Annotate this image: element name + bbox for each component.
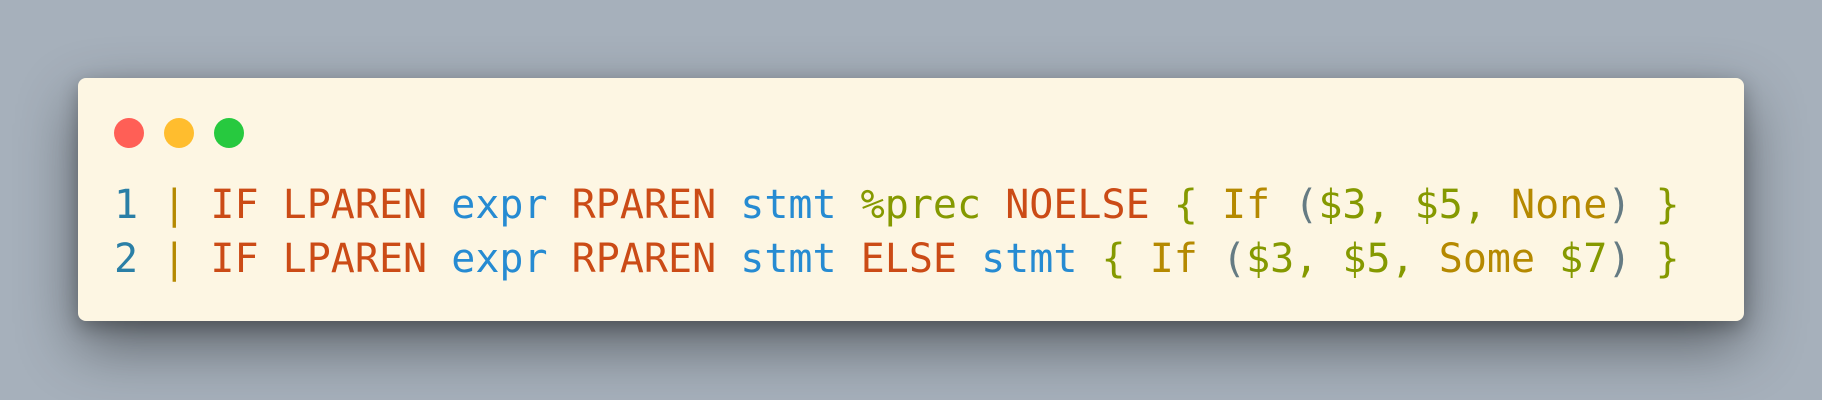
token-prec-directive: %prec — [860, 182, 982, 228]
token-expr: expr — [451, 182, 548, 228]
action-some: Some — [1438, 236, 1536, 282]
code-window: 1 | IF LPAREN expr RPAREN stmt %prec NOE… — [78, 78, 1744, 321]
maximize-dot-icon[interactable] — [214, 118, 244, 148]
action-arg: $5, — [1414, 182, 1487, 228]
token-lparen: LPAREN — [282, 182, 428, 228]
action-constructor: If — [1149, 236, 1198, 282]
token-stmt: stmt — [981, 236, 1078, 282]
action-open-brace: { — [1173, 182, 1198, 228]
action-close-brace: } — [1655, 236, 1680, 282]
action-close-paren: ) — [1607, 182, 1632, 228]
code-line-1: 1 | IF LPAREN expr RPAREN stmt %prec NOE… — [114, 178, 1680, 232]
token-stmt: stmt — [740, 182, 837, 228]
action-arg: $3, — [1246, 236, 1319, 282]
token-expr: expr — [451, 236, 548, 282]
action-close-brace: } — [1655, 182, 1680, 228]
token-if: IF — [210, 236, 259, 282]
token-if: IF — [210, 182, 259, 228]
action-close-paren: ) — [1607, 236, 1632, 282]
code-line-2: 2 | IF LPAREN expr RPAREN stmt ELSE stmt… — [114, 232, 1680, 286]
line-number: 1 — [114, 182, 139, 228]
code-block: 1 | IF LPAREN expr RPAREN stmt %prec NOE… — [114, 178, 1680, 286]
action-none: None — [1511, 182, 1608, 228]
alternative-bar: | — [162, 182, 187, 228]
token-stmt: stmt — [740, 236, 837, 282]
token-lparen: LPAREN — [282, 236, 428, 282]
token-else: ELSE — [860, 236, 957, 282]
action-arg: $5, — [1342, 236, 1415, 282]
line-number: 2 — [114, 236, 139, 282]
action-open-brace: { — [1101, 236, 1126, 282]
window-controls — [114, 118, 264, 148]
action-open-paren: ( — [1221, 236, 1247, 282]
close-dot-icon[interactable] — [114, 118, 144, 148]
alternative-bar: | — [162, 236, 187, 282]
action-constructor: If — [1221, 182, 1271, 228]
action-open-paren: ( — [1294, 182, 1319, 228]
token-rparen: RPAREN — [571, 236, 717, 282]
token-noelse: NOELSE — [1005, 182, 1150, 228]
token-rparen: RPAREN — [571, 182, 717, 228]
action-arg: $3, — [1318, 182, 1391, 228]
minimize-dot-icon[interactable] — [164, 118, 194, 148]
action-arg: $7 — [1559, 236, 1608, 282]
